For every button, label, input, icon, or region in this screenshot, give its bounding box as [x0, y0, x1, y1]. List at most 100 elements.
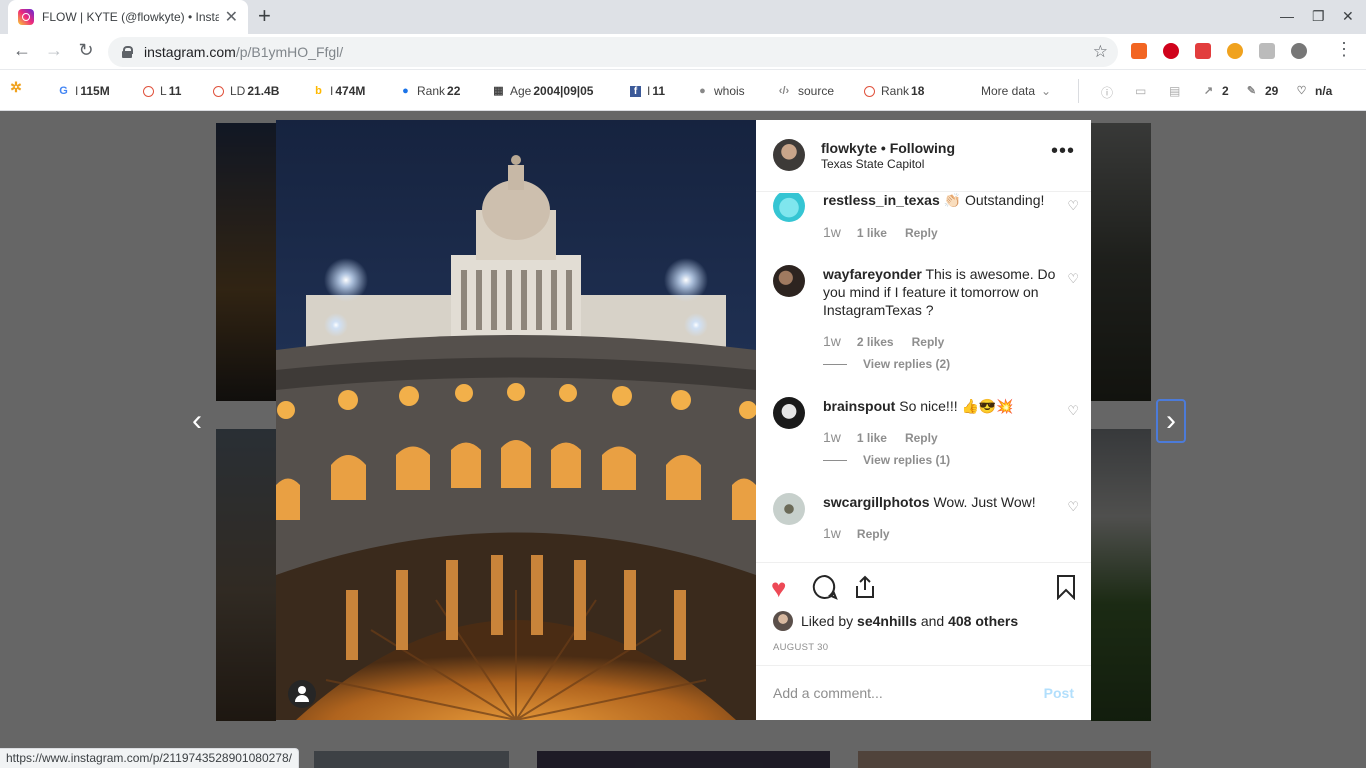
external-link-icon: ↗: [1203, 84, 1214, 97]
seo-internal-links[interactable]: ✎ 29: [1246, 84, 1278, 98]
circle-icon: [143, 85, 154, 97]
chevron-right-icon[interactable]: ›: [1156, 399, 1186, 443]
document-icon[interactable]: ▤: [1169, 84, 1180, 98]
address-bar[interactable]: instagram.com/p/B1ymHO_Ffgl/ ☆: [108, 37, 1118, 67]
new-tab-button[interactable]: +: [258, 4, 271, 28]
user-tag-icon[interactable]: [288, 680, 316, 708]
post-details-panel: flowkyte • Following Texas State Capitol…: [756, 120, 1091, 720]
menu-icon[interactable]: ⋮: [1332, 39, 1356, 60]
forward-icon[interactable]: →: [42, 40, 66, 61]
heart-icon[interactable]: ♡: [1067, 271, 1079, 287]
extension-icon[interactable]: [1131, 43, 1147, 59]
seo-google-index[interactable]: G I 115M: [58, 84, 109, 98]
comment-icon[interactable]: [812, 574, 838, 607]
heart-icon[interactable]: ♡: [1067, 403, 1079, 419]
heart-icon[interactable]: ♥: [771, 574, 786, 602]
heart-icon[interactable]: ♡: [1067, 198, 1079, 214]
rank-icon: ●: [402, 84, 409, 97]
avatar[interactable]: [773, 193, 805, 222]
seoquake-icon[interactable]: [1227, 43, 1243, 59]
browser-tab[interactable]: FLOW | KYTE (@flowkyte) • Insta ✕: [8, 0, 248, 34]
location-link[interactable]: Texas State Capitol: [821, 157, 924, 171]
comment-time[interactable]: 1w: [823, 224, 841, 240]
author-username[interactable]: flowkyte: [821, 140, 877, 156]
seo-facebook[interactable]: f I 11: [630, 84, 665, 98]
seo-bing-index[interactable]: b I 474M: [313, 84, 365, 98]
avatar[interactable]: [773, 139, 805, 171]
comment-text: restless_in_texas 👏🏻 Outstanding!: [823, 193, 1045, 208]
liked-by: Liked by se4nhills and 408 others: [773, 611, 1018, 631]
window-close-icon[interactable]: ✕: [1342, 8, 1354, 25]
status-bar: https://www.instagram.com/p/211974352890…: [0, 748, 299, 768]
circle-icon: [213, 85, 224, 97]
comments-list[interactable]: restless_in_texas 👏🏻 Outstanding! ♡ 1w 1…: [756, 193, 1091, 563]
reply-button[interactable]: Reply: [857, 527, 890, 541]
seo-external-links[interactable]: ↗ 2: [1203, 84, 1229, 98]
comment-likes[interactable]: 2 likes: [857, 335, 894, 349]
comment-time[interactable]: 1w: [823, 429, 841, 445]
seo-linking-domains[interactable]: LD 21.4B: [213, 84, 279, 98]
comment-username[interactable]: wayfareyonder: [823, 266, 922, 282]
post-header: flowkyte • Following Texas State Capitol…: [756, 120, 1091, 192]
reply-button[interactable]: Reply: [905, 226, 938, 240]
comment-username[interactable]: swcargillphotos: [823, 494, 930, 510]
post-image[interactable]: [276, 120, 756, 720]
avatar[interactable]: [773, 493, 805, 525]
reply-button[interactable]: Reply: [905, 431, 938, 445]
avatar[interactable]: [773, 265, 805, 297]
comment-likes[interactable]: 1 like: [857, 226, 887, 240]
seo-na[interactable]: ♡ n/a: [1296, 84, 1333, 98]
info-icon[interactable]: ⓘ: [1101, 84, 1113, 101]
seo-more-data[interactable]: More data ⌄: [981, 84, 1051, 98]
restore-icon[interactable]: ❐: [1312, 8, 1325, 25]
instagram-page: ‹ › flowkyte • Following Texas State Cap…: [0, 111, 1366, 768]
view-replies-button[interactable]: View replies (1): [823, 453, 950, 467]
extension-icon[interactable]: [1259, 43, 1275, 59]
post-button[interactable]: Post: [1044, 685, 1074, 701]
comment-input[interactable]: Add a comment...: [773, 685, 883, 701]
seo-age[interactable]: ▦ Age 2004|09|05: [493, 84, 593, 98]
extension-icon[interactable]: [1195, 43, 1211, 59]
heart-icon[interactable]: ♡: [1067, 499, 1079, 515]
comment-username[interactable]: brainspout: [823, 398, 895, 414]
likes-count[interactable]: 408 others: [948, 613, 1018, 629]
separator: •: [880, 140, 886, 156]
browser-toolbar: ← → ↻ instagram.com/p/B1ymHO_Ffgl/ ☆ ⋮: [0, 34, 1366, 70]
capitol-photo: [276, 120, 756, 720]
comment-username[interactable]: restless_in_texas: [823, 193, 940, 208]
comment-time[interactable]: 1w: [823, 525, 841, 541]
seoquake-logo-icon[interactable]: ✲: [8, 80, 30, 94]
comment-text: brainspout So nice!!! 👍😎💥: [823, 398, 1014, 414]
seo-rank-2[interactable]: Rank 18: [864, 84, 924, 98]
share-icon[interactable]: [852, 574, 878, 605]
adblock-icon[interactable]: [1163, 43, 1179, 59]
seo-whois[interactable]: ● whois: [697, 84, 745, 98]
seo-links[interactable]: L 11: [143, 84, 181, 98]
monitor-icon[interactable]: ▭: [1135, 84, 1146, 98]
avatar[interactable]: [773, 611, 793, 631]
user-icon: ●: [699, 84, 706, 97]
comment-meta: 1w Reply: [823, 525, 908, 541]
seo-source[interactable]: ‹/› source: [776, 84, 834, 98]
seo-rank-1[interactable]: ● Rank 22: [400, 84, 460, 98]
tab-strip: FLOW | KYTE (@flowkyte) • Insta ✕ + — ❐ …: [0, 0, 1366, 34]
chevron-down-icon: ⌄: [1041, 84, 1052, 98]
back-icon[interactable]: ←: [10, 40, 34, 61]
liked-by-user[interactable]: se4nhills: [857, 613, 917, 629]
more-icon[interactable]: •••: [1051, 140, 1075, 163]
post-date[interactable]: AUGUST 30: [773, 642, 828, 653]
reply-button[interactable]: Reply: [912, 335, 945, 349]
comment-likes[interactable]: 1 like: [857, 431, 887, 445]
comment-time[interactable]: 1w: [823, 333, 841, 349]
reload-icon[interactable]: ↻: [74, 40, 98, 61]
minimize-icon[interactable]: —: [1280, 8, 1294, 24]
star-icon[interactable]: ☆: [1093, 42, 1108, 62]
add-comment-form: Add a comment... Post: [756, 665, 1091, 720]
bookmark-icon[interactable]: [1056, 574, 1076, 605]
avatar[interactable]: [773, 397, 805, 429]
chevron-left-icon[interactable]: ‹: [184, 401, 210, 441]
tab-close-icon[interactable]: ✕: [225, 7, 238, 27]
extension-icon[interactable]: [1291, 43, 1307, 59]
view-replies-button[interactable]: View replies (2): [823, 357, 950, 371]
following-button[interactable]: Following: [890, 140, 955, 156]
